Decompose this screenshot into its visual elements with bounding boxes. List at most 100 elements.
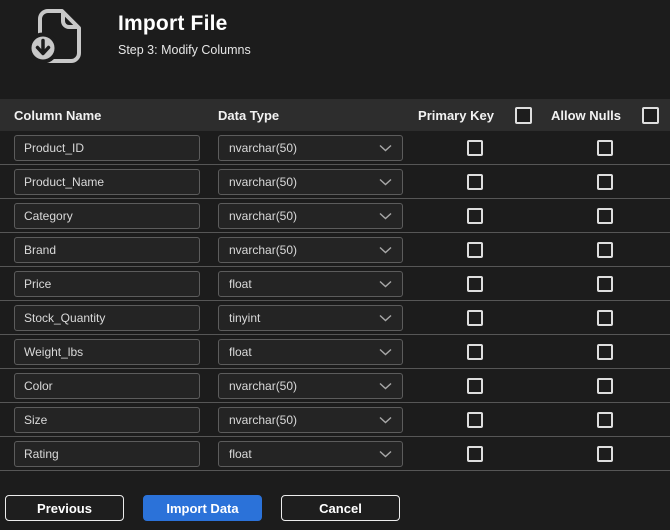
step-subtitle: Step 3: Modify Columns [118,43,251,57]
column-name-cell [0,202,218,229]
primary-key-cell [410,411,540,428]
chevron-down-icon [379,212,392,219]
primary-key-checkbox[interactable] [467,275,483,292]
allow-nulls-header-group: Allow Nulls [540,106,670,124]
column-name-input[interactable] [14,236,200,263]
data-type-select[interactable]: nvarchar(50) [218,372,403,399]
primary-key-cell [410,343,540,360]
data-type-select[interactable]: tinyint [218,304,403,331]
primary-key-checkbox[interactable] [467,173,483,190]
allow-nulls-select-all-checkbox[interactable] [642,106,660,124]
table-row: nvarchar(50) [0,403,670,437]
primary-key-cell [410,445,540,462]
primary-key-checkbox[interactable] [467,445,483,462]
table-body: nvarchar(50) nvarchar(50) [0,131,670,471]
primary-key-checkbox[interactable] [467,411,483,428]
data-type-select[interactable]: nvarchar(50) [218,236,403,263]
primary-key-cell [410,275,540,292]
data-type-cell: float [218,338,410,365]
primary-key-checkbox[interactable] [467,207,483,224]
allow-nulls-cell [540,241,670,258]
data-type-cell: tinyint [218,304,410,331]
column-name-input[interactable] [14,406,200,433]
data-type-select[interactable]: float [218,440,403,467]
allow-nulls-cell [540,343,670,360]
import-file-dialog: Import File Step 3: Modify Columns Colum… [0,0,670,521]
column-name-input[interactable] [14,270,200,297]
table-row: tinyint [0,301,670,335]
allow-nulls-checkbox[interactable] [597,411,613,428]
data-type-cell: nvarchar(50) [218,202,410,229]
primary-key-cell [410,309,540,326]
allow-nulls-checkbox[interactable] [597,207,613,224]
column-name-cell [0,236,218,263]
data-type-select[interactable]: nvarchar(50) [218,168,403,195]
data-type-header: Data Type [218,107,280,123]
data-type-cell: nvarchar(50) [218,372,410,399]
data-type-select[interactable]: float [218,338,403,365]
primary-key-checkbox[interactable] [467,241,483,258]
column-name-input[interactable] [14,168,200,195]
column-name-cell [0,372,218,399]
allow-nulls-cell [540,207,670,224]
chevron-down-icon [379,144,392,151]
primary-key-checkbox[interactable] [467,377,483,394]
column-name-cell [0,134,218,161]
header-text-block: Import File Step 3: Modify Columns [118,9,251,57]
data-type-value: nvarchar(50) [229,208,298,223]
data-type-cell: nvarchar(50) [218,236,410,263]
data-type-select[interactable]: nvarchar(50) [218,202,403,229]
table-row: nvarchar(50) [0,233,670,267]
data-type-select[interactable]: nvarchar(50) [218,406,403,433]
allow-nulls-checkbox[interactable] [597,173,613,190]
data-type-select[interactable]: float [218,270,403,297]
allow-nulls-cell [540,139,670,156]
primary-key-checkbox[interactable] [467,139,483,156]
data-type-cell: nvarchar(50) [218,168,410,195]
allow-nulls-checkbox[interactable] [597,309,613,326]
chevron-down-icon [379,348,392,355]
allow-nulls-cell [540,275,670,292]
column-name-input[interactable] [14,372,200,399]
primary-key-cell [410,173,540,190]
chevron-down-icon [379,178,392,185]
data-type-value: nvarchar(50) [229,140,298,155]
import-data-button[interactable]: Import Data [143,495,262,521]
allow-nulls-checkbox[interactable] [597,241,613,258]
primary-key-cell [410,241,540,258]
allow-nulls-cell [540,173,670,190]
allow-nulls-checkbox[interactable] [597,445,613,462]
column-name-cell [0,168,218,195]
column-name-cell [0,440,218,467]
column-name-input[interactable] [14,338,200,365]
allow-nulls-cell [540,309,670,326]
chevron-down-icon [379,382,392,389]
allow-nulls-cell [540,445,670,462]
previous-button[interactable]: Previous [5,495,124,521]
primary-key-checkbox[interactable] [467,343,483,360]
allow-nulls-checkbox[interactable] [597,377,613,394]
table-row: float [0,267,670,301]
column-name-cell [0,406,218,433]
column-name-header: Column Name [14,107,102,123]
column-name-cell [0,304,218,331]
primary-key-checkbox[interactable] [467,309,483,326]
column-name-input[interactable] [14,134,200,161]
primary-key-cell [410,377,540,394]
cancel-button[interactable]: Cancel [281,495,400,521]
data-type-value: nvarchar(50) [229,412,298,427]
data-type-value: nvarchar(50) [229,378,298,393]
allow-nulls-checkbox[interactable] [597,275,613,292]
data-type-value: float [229,344,252,359]
primary-key-select-all-checkbox[interactable] [514,106,532,124]
page-title: Import File [118,12,228,35]
data-type-value: nvarchar(50) [229,242,298,257]
dialog-header: Import File Step 3: Modify Columns [0,0,670,99]
allow-nulls-cell [540,411,670,428]
column-name-input[interactable] [14,440,200,467]
allow-nulls-checkbox[interactable] [597,343,613,360]
column-name-input[interactable] [14,304,200,331]
column-name-input[interactable] [14,202,200,229]
data-type-select[interactable]: nvarchar(50) [218,134,403,161]
allow-nulls-checkbox[interactable] [597,139,613,156]
